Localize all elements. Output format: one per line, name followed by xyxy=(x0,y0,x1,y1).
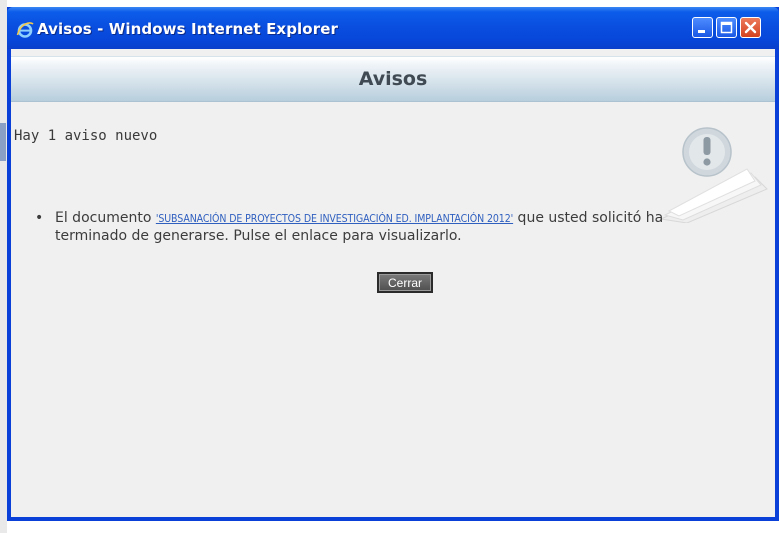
title-bar[interactable]: Avisos - Windows Internet Explorer xyxy=(7,7,779,49)
document-link[interactable]: 'SUBSANACIÓN DE PROYECTOS DE INVESTIGACI… xyxy=(156,213,513,225)
background-window-mark xyxy=(0,123,6,161)
maximize-button[interactable] xyxy=(716,17,737,38)
notice-text-before: El documento xyxy=(55,210,156,226)
ie-icon xyxy=(16,22,34,38)
bullet-icon: • xyxy=(35,210,44,226)
page-title: Avisos xyxy=(358,68,428,90)
close-window-button[interactable] xyxy=(740,17,761,38)
exclamation-icon xyxy=(659,127,768,223)
popup-window: Avisos - Windows Internet Explorer Aviso… xyxy=(7,7,779,521)
header-band: Avisos xyxy=(11,56,775,102)
maximize-icon xyxy=(720,21,733,34)
page-content: Avisos Hay 1 aviso nuevo • El documento '… xyxy=(11,49,775,517)
close-button[interactable]: Cerrar xyxy=(377,272,433,293)
minimize-button[interactable] xyxy=(692,17,713,38)
window-title: Avisos - Windows Internet Explorer xyxy=(37,20,338,38)
background-window-edge xyxy=(0,0,7,533)
notice-count: Hay 1 aviso nuevo xyxy=(14,128,158,144)
close-icon xyxy=(744,21,757,34)
notice-item: • El documento 'SUBSANACIÓN DE PROYECTOS … xyxy=(35,210,735,245)
window-bottom-border xyxy=(7,517,779,521)
minimize-icon xyxy=(698,30,705,33)
notice-list: • El documento 'SUBSANACIÓN DE PROYECTOS … xyxy=(35,210,735,245)
